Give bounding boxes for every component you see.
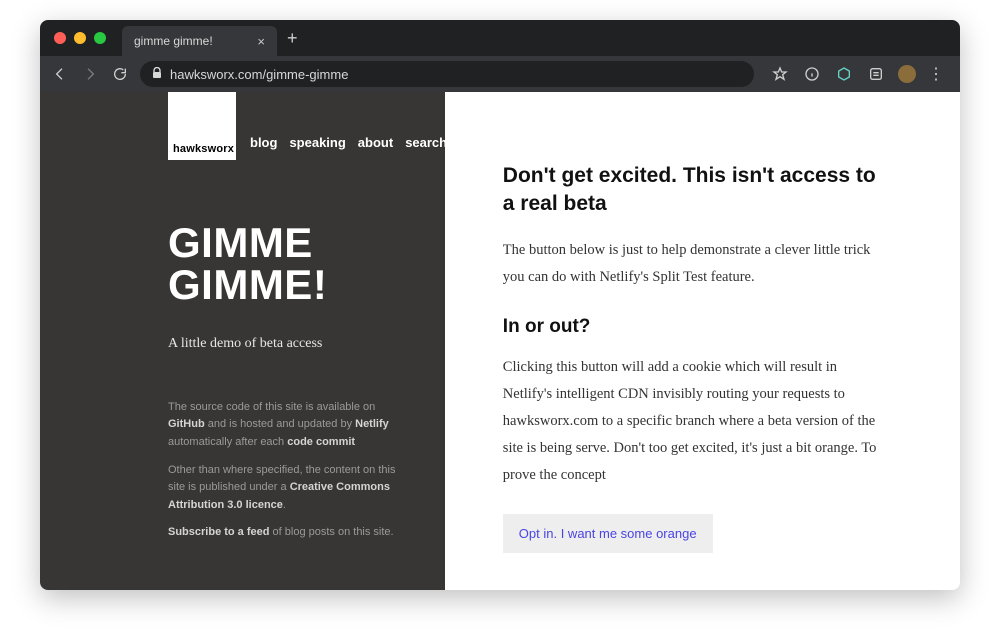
new-tab-button[interactable]: + [277,28,308,49]
left-panel: hawksworx blog speaking about search GIM… [40,92,445,590]
nav-link-about[interactable]: about [358,135,393,150]
section-paragraph-1: The button below is just to help demonst… [503,237,882,291]
forward-button[interactable] [80,64,100,84]
footer-link-netlify[interactable]: Netlify [355,418,389,430]
tab-strip: gimme gimme! × + [122,20,308,56]
nav-link-search[interactable]: search [405,135,447,150]
section-heading-1: Don't get excited. This isn't access to … [503,162,882,219]
site-header: hawksworx blog speaking about search [168,92,409,160]
window-titlebar: gimme gimme! × + [40,20,960,56]
section-heading-2: In or out? [503,316,882,338]
browser-toolbar: hawksworx.com/gimme-gimme ⋮ [40,56,960,92]
footer-line-3: Subscribe to a feed of blog posts on thi… [168,524,409,542]
site-logo[interactable]: hawksworx [168,92,236,160]
page-subtitle: A little demo of beta access [168,336,409,352]
kebab-menu-icon[interactable]: ⋮ [928,64,944,84]
page-content: hawksworx blog speaking about search GIM… [40,92,960,590]
url-text: hawksworx.com/gimme-gimme [170,67,348,82]
extension-icon[interactable] [834,64,854,84]
back-button[interactable] [50,64,70,84]
window-zoom-button[interactable] [94,32,106,44]
close-icon[interactable]: × [257,34,265,49]
profile-avatar[interactable] [898,65,916,83]
opt-in-button[interactable]: Opt in. I want me some orange [503,514,713,553]
extension-icon-2[interactable] [866,64,886,84]
footer-link-commit[interactable]: code commit [287,436,355,448]
footer-link-github[interactable]: GitHub [168,418,205,430]
footer-line-2: Other than where specified, the content … [168,462,409,515]
footer-link-feed[interactable]: Subscribe to a feed [168,526,269,538]
window-controls [54,32,106,44]
logo-text: hawksworx [173,143,234,155]
primary-nav: blog speaking about search [250,135,447,160]
nav-link-speaking[interactable]: speaking [289,135,345,150]
section-paragraph-2: Clicking this button will add a cookie w… [503,354,882,488]
tab-title: gimme gimme! [134,34,213,48]
browser-tab-active[interactable]: gimme gimme! × [122,26,277,56]
toolbar-right: ⋮ [764,64,950,84]
info-icon[interactable] [802,64,822,84]
lock-icon [152,67,162,82]
window-minimize-button[interactable] [74,32,86,44]
footer-line-1: The source code of this site is availabl… [168,399,409,452]
reload-button[interactable] [110,64,130,84]
star-icon[interactable] [770,64,790,84]
browser-window: gimme gimme! × + hawksworx.com/gimme-gim… [40,20,960,590]
nav-link-blog[interactable]: blog [250,135,277,150]
address-bar[interactable]: hawksworx.com/gimme-gimme [140,61,754,87]
site-footer: The source code of this site is availabl… [168,399,409,560]
page-title: GIMME GIMME! [168,222,409,306]
right-panel: Don't get excited. This isn't access to … [445,92,960,590]
window-close-button[interactable] [54,32,66,44]
